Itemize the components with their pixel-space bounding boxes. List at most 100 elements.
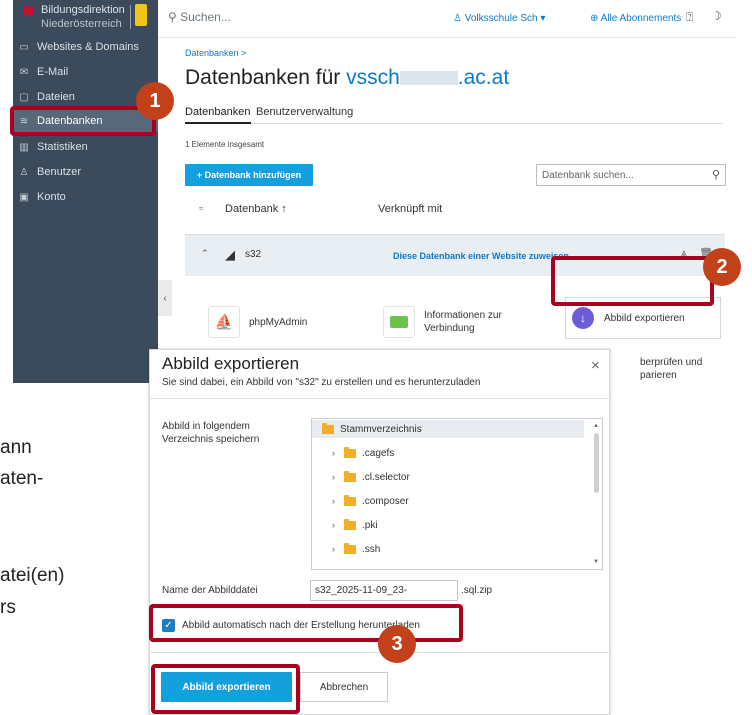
breadcrumb[interactable]: Datenbanken >: [185, 48, 246, 58]
document-text-line: ann: [0, 437, 32, 458]
plesk-screenshot: Bildungsdirektion Niederösterreich ▭ Web…: [13, 0, 737, 383]
tree-item[interactable]: › .composer: [332, 492, 409, 510]
highlight-databases: [10, 106, 156, 136]
download-arrow-icon: ↓: [572, 307, 594, 329]
tree-item-label: .cagefs: [362, 447, 395, 459]
page-title-prefix: Datenbanken für: [185, 66, 347, 89]
highlight-export-tool: [551, 256, 714, 306]
user-name: Volksschule Sch: [464, 13, 538, 24]
chevron-right-icon[interactable]: ›: [332, 496, 344, 506]
redacted-area: [399, 71, 458, 85]
folder-icon: [344, 518, 356, 530]
tree-item-label: .pki: [362, 519, 378, 531]
sidebar-item-email[interactable]: ✉ E-Mail: [13, 61, 158, 83]
sidebar-item-websites[interactable]: ▭ Websites & Domains: [13, 36, 158, 58]
collapse-all-icon[interactable]: ≈: [199, 204, 203, 213]
step-badge-3: 3: [378, 625, 416, 663]
subscriptions-menu[interactable]: ⊕ Alle Abonnements: [590, 13, 681, 24]
tree-item-label: Stammverzeichnis: [340, 423, 422, 435]
dialog-subtitle: Sie sind dabei, ein Abbild von "s32" zu …: [162, 377, 481, 388]
filename-label: Name der Abbilddatei: [162, 585, 258, 596]
chevron-right-icon[interactable]: ›: [332, 448, 344, 458]
help-icon[interactable]: ⍰: [686, 10, 693, 25]
folder-icon: [344, 542, 356, 554]
chevron-up-icon[interactable]: ⌃: [201, 248, 209, 259]
sidebar-item-label: Konto: [37, 191, 66, 203]
global-search-input[interactable]: ⚲ Suchen...: [168, 10, 231, 24]
assign-website-link[interactable]: Diese Datenbank einer Website zuweisen: [393, 251, 569, 261]
close-icon[interactable]: ×: [591, 357, 600, 374]
chevron-left-icon: ‹: [163, 292, 167, 304]
brand-line1: Bildungsdirektion: [41, 4, 125, 16]
sidebar-item-label: Websites & Domains: [37, 41, 139, 53]
page-title-domain-start: vssch: [346, 66, 400, 89]
connection-info-label: Informationen zur Verbindung: [424, 309, 502, 335]
document-text-line: rs: [0, 597, 16, 618]
tree-item-root[interactable]: Stammverzeichnis: [312, 420, 584, 438]
sidebar-item-label: E-Mail: [37, 66, 69, 78]
connection-info-line2: Verbindung: [424, 323, 475, 334]
filename-extension: .sql.zip: [461, 585, 493, 596]
phpmyadmin-icon: ⛵: [208, 306, 240, 338]
tree-item[interactable]: › .ssh: [332, 540, 380, 558]
brand: Bildungsdirektion Niederösterreich: [13, 0, 158, 33]
filename-input[interactable]: s32_2025-11-09_23-: [310, 580, 458, 601]
tree-item[interactable]: › .pki: [332, 516, 378, 534]
mail-icon: ✉: [19, 66, 29, 78]
tree-scrollbar[interactable]: ▲ ▼: [593, 423, 600, 567]
cancel-button[interactable]: Abbrechen: [300, 672, 388, 702]
directory-label: Abbild in folgendem Verzeichnis speicher…: [162, 420, 259, 446]
directory-tree[interactable]: Stammverzeichnis › .cagefs › .cl.selecto…: [311, 418, 603, 570]
database-search-input[interactable]: Datenbank suchen... ⚲: [536, 164, 726, 186]
sidebar-item-users[interactable]: ♙ Benutzer: [13, 161, 158, 183]
chevron-right-icon[interactable]: ›: [332, 472, 344, 482]
plug-icon: [383, 306, 415, 338]
sidebar-collapse-button[interactable]: ‹: [158, 280, 172, 316]
chevron-right-icon[interactable]: ›: [332, 520, 344, 530]
folder-icon: ▢: [19, 91, 29, 103]
phpmyadmin-tool[interactable]: ⛵ phpMyAdmin: [208, 302, 307, 342]
dialog-divider: [150, 398, 611, 399]
directory-label-line1: Abbild in folgendem: [162, 421, 250, 432]
check-repair-tool[interactable]: berprüfen und parieren: [640, 356, 702, 382]
bar-chart-icon: ▥: [19, 141, 29, 153]
tree-item-label: .ssh: [362, 543, 381, 555]
search-icon: ⚲: [711, 169, 720, 181]
connection-info-tool[interactable]: Informationen zur Verbindung: [383, 302, 502, 342]
mysql-dolphin-icon: ◢: [225, 247, 235, 262]
user-menu[interactable]: ♙ Volksschule Sch ▾: [453, 13, 545, 24]
chevron-right-icon[interactable]: ›: [332, 544, 344, 554]
check-repair-line1: berprüfen und: [640, 357, 703, 368]
table-header: ≈ Datenbank ↑ Verknüpft mit: [185, 202, 725, 222]
column-database[interactable]: Datenbank ↑: [225, 203, 287, 215]
document-text-line: aten-: [0, 468, 44, 489]
chevron-down-icon: ▾: [540, 13, 546, 24]
export-dump-label: Abbild exportieren: [604, 312, 685, 324]
step-badge-2: 2: [703, 248, 741, 286]
global-search-placeholder: Suchen...: [180, 10, 231, 24]
tab-databases[interactable]: Datenbanken: [185, 106, 250, 118]
highlight-auto-download: [149, 604, 463, 642]
tab-divider: [185, 123, 723, 124]
scroll-down-icon[interactable]: ▼: [593, 559, 599, 565]
export-dump-dialog: Abbild exportieren Sie sind dabei, ein A…: [149, 349, 611, 715]
database-name[interactable]: s32: [245, 249, 261, 260]
document-text-line: atei(en): [0, 565, 65, 586]
page-title-domain-end: .ac.at: [457, 66, 510, 89]
page-title: Datenbanken für vssch .ac.at: [185, 66, 509, 90]
scroll-thumb[interactable]: [594, 433, 599, 493]
check-repair-line2: parieren: [640, 370, 677, 381]
add-database-button[interactable]: + Datenbank hinzufügen: [185, 164, 313, 186]
sidebar-item-label: Dateien: [37, 91, 75, 103]
tree-item[interactable]: › .cl.selector: [332, 468, 410, 486]
phpmyadmin-label: phpMyAdmin: [249, 316, 308, 328]
folder-icon: [344, 446, 356, 458]
sidebar-item-statistics[interactable]: ▥ Statistiken: [13, 136, 158, 158]
sidebar-item-account[interactable]: ▣ Konto: [13, 186, 158, 208]
scroll-up-icon[interactable]: ▲: [593, 423, 599, 429]
tree-item[interactable]: › .cagefs: [332, 444, 394, 462]
id-card-icon: ▣: [19, 191, 29, 203]
eagle-logo-icon: [23, 6, 33, 15]
tab-user-management[interactable]: Benutzerverwaltung: [256, 106, 353, 118]
dark-mode-icon[interactable]: ☽: [711, 9, 722, 23]
